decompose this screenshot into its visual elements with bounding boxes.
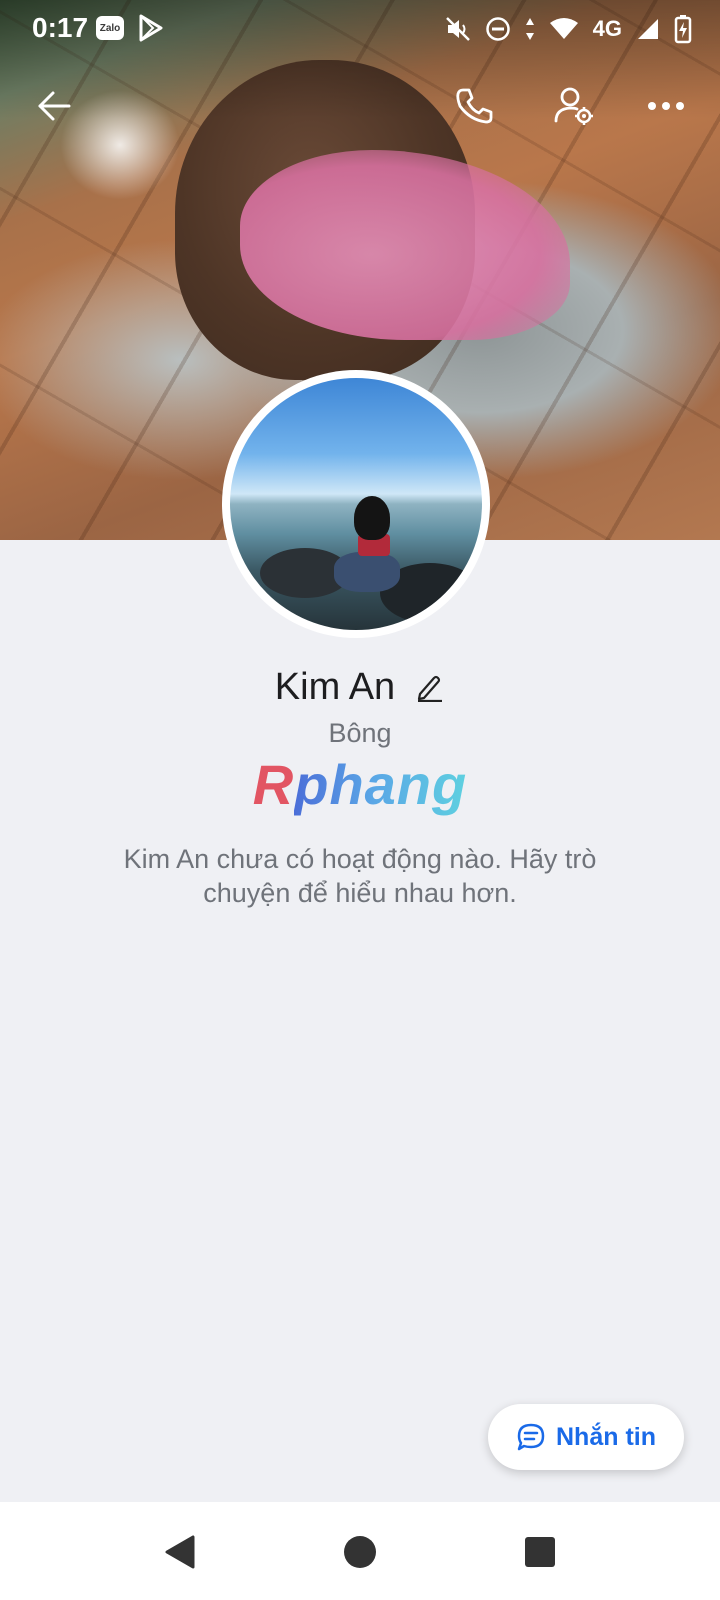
more-dots-icon	[648, 102, 684, 110]
pencil-icon	[418, 675, 443, 702]
phone-icon	[456, 88, 493, 124]
user-settings-icon	[554, 87, 593, 125]
status-app-icons: Zalo	[96, 14, 164, 42]
circle-home-icon	[344, 1536, 376, 1568]
system-navigation-bar	[0, 1502, 720, 1600]
square-recents-icon	[525, 1537, 555, 1567]
avatar-person-legs	[334, 552, 400, 592]
brand-logo-initial: R	[252, 753, 295, 816]
edit-name-button[interactable]	[413, 671, 445, 703]
nav-recents-button[interactable]	[520, 1532, 560, 1572]
battery-charging-icon	[674, 15, 692, 44]
triangle-back-icon	[165, 1535, 195, 1569]
brand-logo-text: phang	[294, 753, 468, 816]
profile-settings-button[interactable]	[546, 78, 602, 134]
do-not-disturb-icon	[485, 17, 510, 41]
empty-activity-message: Kim An chưa có hoạt động nào. Hãy trò ch…	[123, 844, 597, 908]
profile-alias: Bông	[328, 718, 392, 748]
avatar-person-hair	[354, 496, 390, 540]
back-button[interactable]	[26, 78, 82, 134]
avatar-photo	[230, 378, 482, 630]
play-store-icon	[139, 14, 163, 42]
profile-name-row: Kim An	[0, 662, 720, 712]
chat-bubble-icon	[517, 1423, 545, 1451]
profile-name: Kim An	[274, 665, 396, 708]
network-type-label: 4G	[592, 16, 622, 41]
status-indicators: 4G	[445, 14, 692, 44]
mute-icon	[445, 17, 470, 41]
nav-back-button[interactable]	[160, 1532, 200, 1572]
cell-signal-icon	[638, 19, 658, 39]
brand-logo: Rphang	[0, 752, 720, 817]
send-message-button[interactable]: Nhắn tin	[488, 1404, 684, 1470]
status-bar: 0:17 Zalo 4G	[0, 0, 720, 56]
zalo-notification-icon: Zalo	[96, 16, 124, 40]
send-message-label: Nhắn tin	[556, 1422, 656, 1451]
more-options-button[interactable]	[638, 78, 694, 134]
nav-home-button[interactable]	[340, 1532, 380, 1572]
profile-avatar[interactable]	[222, 370, 490, 638]
data-transfer-icon	[525, 18, 534, 40]
wifi-icon	[549, 18, 578, 39]
call-button[interactable]	[446, 78, 502, 134]
status-time: 0:17	[32, 12, 89, 43]
profile-action-bar	[0, 74, 720, 138]
arrow-left-icon	[38, 91, 71, 121]
